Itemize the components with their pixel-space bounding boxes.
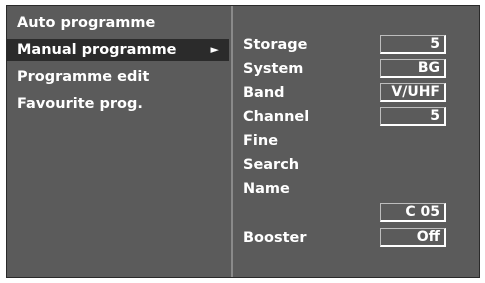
booster-value-field[interactable]: Off [380,228,446,247]
menu-item-manual-programme[interactable]: Manual programme ► [7,39,229,61]
channel-label: Channel [243,109,310,125]
menu-item-programme-edit[interactable]: Programme edit [7,66,229,88]
main-menu: Auto programme Manual programme ► Progra… [7,6,231,277]
menu-item-label: Manual programme [17,42,177,58]
band-value-field[interactable]: V/UHF [380,83,446,102]
system-label: System [243,61,304,77]
storage-value-field[interactable]: 5 [380,35,446,54]
menu-item-label: Auto programme [17,15,156,31]
arrow-right-icon: ► [210,43,219,56]
menu-item-favourite-prog[interactable]: Favourite prog. [7,93,229,115]
storage-label: Storage [243,37,308,53]
menu-item-label: Favourite prog. [17,96,143,112]
menu-item-label: Programme edit [17,69,150,85]
fine-label[interactable]: Fine [243,130,278,152]
search-label[interactable]: Search [243,154,299,176]
booster-label: Booster [243,230,307,246]
panel-divider [231,6,233,277]
name-value-field[interactable]: C 05 [380,203,446,222]
system-value-field[interactable]: BG [380,59,446,78]
menu-item-auto-programme[interactable]: Auto programme [7,12,229,34]
name-label: Name [243,181,290,197]
channel-value-field[interactable]: 5 [380,107,446,126]
band-label: Band [243,85,285,101]
